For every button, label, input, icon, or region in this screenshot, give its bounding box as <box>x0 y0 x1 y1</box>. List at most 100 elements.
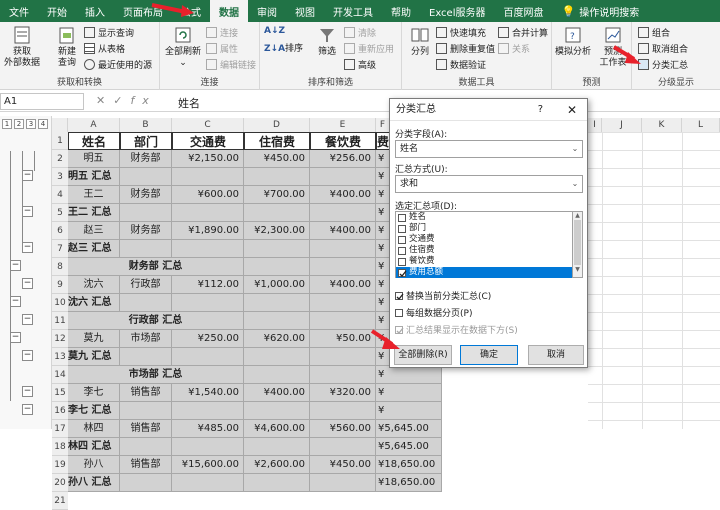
row-header[interactable]: 5 <box>52 204 68 222</box>
data-cell[interactable]: ¥18,650.00 <box>376 456 442 474</box>
subtotal-cell[interactable] <box>244 204 310 222</box>
row-header[interactable]: 18 <box>52 438 68 456</box>
col-header-e[interactable]: E <box>310 118 376 132</box>
collapse-button[interactable]: − <box>22 242 33 253</box>
data-cell[interactable]: ¥1,000.00 <box>244 276 310 294</box>
subtotal-cell[interactable] <box>310 258 376 276</box>
data-cell[interactable]: ¥50.00 <box>310 330 376 348</box>
header-cell[interactable]: 交通费 <box>172 132 244 150</box>
pagebreak-checkbox[interactable] <box>395 308 403 317</box>
col-header-f[interactable]: F <box>376 118 390 132</box>
edit-links-button[interactable]: 编辑链接 <box>206 58 256 71</box>
remove-duplicates-button[interactable]: 删除重复值 <box>436 42 495 55</box>
subtotal-cell[interactable] <box>120 474 172 492</box>
subtotal-cell[interactable]: 赵三 汇总 <box>68 240 120 258</box>
row-header[interactable]: 21 <box>52 492 68 510</box>
header-cell[interactable]: 住宿费 <box>244 132 310 150</box>
group-total-cell[interactable]: 市场部 汇总 <box>68 366 244 384</box>
what-if-button[interactable]: ? 模拟分析 <box>554 25 592 58</box>
col-header-b[interactable]: B <box>120 118 172 132</box>
collapse-button[interactable]: − <box>10 260 21 271</box>
reapply-button[interactable]: 重新应用 <box>344 42 394 55</box>
subtotal-item[interactable]: 住宿费 <box>396 245 572 256</box>
scroll-thumb[interactable] <box>574 220 581 265</box>
data-cell[interactable]: 市场部 <box>120 330 172 348</box>
subtotal-cell[interactable] <box>172 294 244 312</box>
data-cell[interactable]: ¥400.00 <box>310 222 376 240</box>
data-cell[interactable]: 沈六 <box>68 276 120 294</box>
consolidate-button[interactable]: 合并计算 <box>498 26 548 39</box>
subtotal-cell[interactable]: ¥ <box>376 402 442 420</box>
row-header[interactable]: 3 <box>52 168 68 186</box>
data-cell[interactable]: 财务部 <box>120 150 172 168</box>
subtotal-cell[interactable] <box>310 294 376 312</box>
subtotal-cell[interactable]: ¥ <box>376 366 442 384</box>
data-cell[interactable]: 明五 <box>68 150 120 168</box>
row-header[interactable]: 15 <box>52 384 68 402</box>
item-checkbox[interactable] <box>398 246 406 255</box>
data-cell[interactable]: 王二 <box>68 186 120 204</box>
data-cell[interactable]: ¥1,890.00 <box>172 222 244 240</box>
from-table-button[interactable]: 从表格 <box>84 42 125 55</box>
subtotal-cell[interactable] <box>172 474 244 492</box>
col-header-l[interactable]: L <box>682 118 720 132</box>
subtotal-cell[interactable] <box>310 402 376 420</box>
data-cell[interactable]: 李七 <box>68 384 120 402</box>
header-cell[interactable]: 姓名 <box>68 132 120 150</box>
subtotal-cell[interactable] <box>172 204 244 222</box>
data-cell[interactable]: ¥450.00 <box>244 150 310 168</box>
row-header[interactable]: 13 <box>52 348 68 366</box>
close-button[interactable]: ✕ <box>567 99 577 121</box>
subtotal-cell[interactable] <box>120 240 172 258</box>
subtotal-button[interactable]: 分类汇总 <box>638 58 688 71</box>
row-header[interactable]: 8 <box>52 258 68 276</box>
subtotal-cell[interactable] <box>120 348 172 366</box>
row-header[interactable]: 17 <box>52 420 68 438</box>
refresh-all-button[interactable]: 全部刷新 ⌄ <box>162 25 204 69</box>
tab-data[interactable]: 数据 <box>210 0 248 22</box>
filter-button[interactable]: 筛选 <box>312 25 342 58</box>
outline-level-1[interactable]: 1 <box>2 119 12 129</box>
data-cell[interactable]: 莫九 <box>68 330 120 348</box>
data-cell[interactable]: ¥450.00 <box>310 456 376 474</box>
replace-current-option[interactable]: 替换当前分类汇总(C) <box>395 289 491 302</box>
subtotal-cell[interactable]: 莫九 汇总 <box>68 348 120 366</box>
ungroup-button[interactable]: 取消组合 <box>638 42 688 55</box>
new-query-button[interactable]: 新建 查询 <box>52 25 82 69</box>
outline-level-3[interactable]: 3 <box>26 119 36 129</box>
subtotal-cell[interactable] <box>120 402 172 420</box>
data-cell[interactable]: ¥250.00 <box>172 330 244 348</box>
row-header[interactable]: 7 <box>52 240 68 258</box>
col-header-i[interactable]: I <box>588 118 602 132</box>
subtotal-cell[interactable] <box>310 348 376 366</box>
row-header[interactable]: 12 <box>52 330 68 348</box>
data-cell[interactable]: ¥15,600.00 <box>172 456 244 474</box>
subtotal-cell[interactable] <box>244 240 310 258</box>
subtotal-item[interactable]: 姓名 <box>396 212 572 223</box>
subtotal-cell[interactable]: 明五 汇总 <box>68 168 120 186</box>
collapse-button[interactable]: − <box>10 296 21 307</box>
tab-review[interactable]: 审阅 <box>248 0 286 22</box>
data-cell[interactable]: 林四 <box>68 420 120 438</box>
row-header[interactable]: 9 <box>52 276 68 294</box>
data-cell[interactable]: ¥600.00 <box>172 186 244 204</box>
subtotal-cell[interactable]: ¥18,650.00 <box>376 474 442 492</box>
data-cell[interactable]: ¥4,600.00 <box>244 420 310 438</box>
subtotal-cell[interactable] <box>244 438 310 456</box>
subtotal-cell[interactable]: 李七 汇总 <box>68 402 120 420</box>
subtotal-cell[interactable] <box>244 168 310 186</box>
show-query-button[interactable]: 显示查询 <box>84 26 134 39</box>
tab-file[interactable]: 文件 <box>0 0 38 22</box>
subtotal-cell[interactable] <box>244 474 310 492</box>
subtotal-cell[interactable] <box>310 474 376 492</box>
data-cell[interactable]: ¥256.00 <box>310 150 376 168</box>
row-header[interactable]: 19 <box>52 456 68 474</box>
row-header[interactable]: 4 <box>52 186 68 204</box>
cancel-icon[interactable]: ✕ <box>96 94 113 107</box>
item-checkbox[interactable] <box>398 268 407 277</box>
col-header-k[interactable]: K <box>642 118 682 132</box>
row-header[interactable]: 14 <box>52 366 68 384</box>
col-header-a[interactable]: A <box>68 118 120 132</box>
data-cell[interactable]: ¥700.00 <box>244 186 310 204</box>
col-header-c[interactable]: C <box>172 118 244 132</box>
